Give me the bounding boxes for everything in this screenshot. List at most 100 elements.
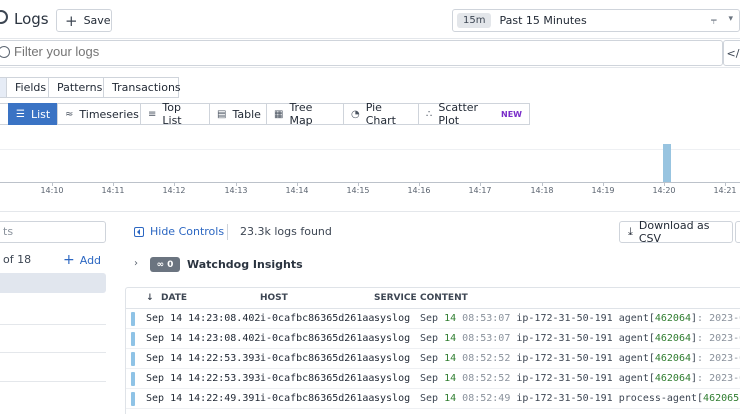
table-row[interactable]: Sep 14 14:22:53.393 i-0cafbc86365d261aa sy… [126, 349, 740, 369]
watchdog-badge: ∞ 0 [150, 257, 180, 272]
cell-date: Sep 14 14:22:53.393 [146, 353, 261, 364]
search-input[interactable] [14, 44, 614, 59]
timeline-tick-label: 14:12 [162, 186, 186, 195]
facet-count: of 18 [3, 253, 32, 266]
cell-service: syslog [374, 313, 411, 324]
page-title: Logs [14, 10, 49, 28]
column-content[interactable]: CONTENT [420, 293, 468, 303]
chevron-right-icon[interactable]: › [134, 258, 138, 269]
column-date[interactable]: DATE [161, 293, 187, 303]
viz-tab-label: Top List [162, 101, 182, 127]
scatterplot-icon: ∴ [426, 108, 433, 120]
viz-tab-label: Pie Chart [365, 101, 396, 127]
viz-tab-table[interactable]: ▤ Table [209, 103, 267, 125]
content-pid: 462064 [654, 313, 691, 324]
tab-transactions[interactable]: Transactions [103, 77, 181, 98]
content-time: 08:52:49 [462, 393, 511, 404]
search-divider [0, 67, 740, 68]
header-divider [0, 38, 740, 39]
cell-host: i-0cafbc86365d261aa [260, 353, 375, 364]
timeline-tick-label: 14:20 [652, 186, 676, 195]
content-time: 08:52:52 [462, 353, 511, 364]
content-sep: : [697, 333, 710, 344]
viz-tab-list[interactable]: ☰ List [8, 103, 58, 125]
code-toggle-button[interactable]: </ [723, 40, 740, 66]
timeline-tick-label: 14:10 [40, 186, 64, 195]
download-csv-label: Download as CSV [638, 219, 710, 245]
facet-divider [0, 381, 106, 382]
cell-host: i-0cafbc86365d261aa [260, 333, 375, 344]
table-header: ↓ DATE HOST SERVICE CONTENT [126, 288, 740, 309]
cell-content: Sep 14 08:52:52 ip-172-31-50-191 agent[4… [420, 373, 740, 384]
viz-tab-scatterplot[interactable]: ∴ Scatter Plot NEW [418, 101, 530, 127]
facet-search-input[interactable]: ts [0, 221, 106, 243]
table-row[interactable]: Sep 14 14:23:08.402 i-0cafbc86365d261aa sy… [126, 309, 740, 329]
log-table: ↓ DATE HOST SERVICE CONTENT Sep 14 14:23… [125, 287, 740, 414]
content-host: ip-172-31-50-191 [516, 393, 613, 404]
logs-icon [0, 10, 8, 24]
table-row[interactable]: Sep 14 14:22:49.391 i-0cafbc86365d261aa sy… [126, 389, 740, 409]
table-row[interactable]: Sep 14 14:23:08.402 i-0cafbc86365d261aa sy… [126, 329, 740, 349]
cell-service: syslog [374, 353, 411, 364]
hide-controls-button[interactable]: Hide Controls [134, 225, 224, 238]
table-icon: ▤ [217, 108, 227, 120]
time-picker[interactable]: 15m Past 15 Minutes ⫧ ▾ [452, 9, 740, 32]
content-process: agent [618, 313, 649, 324]
cell-content: Sep 14 08:52:49 ip-172-31-50-191 process… [420, 393, 740, 404]
new-badge: NEW [501, 109, 522, 119]
binoculars-icon: ∞ [156, 259, 165, 270]
column-service[interactable]: SERVICE [374, 293, 417, 303]
add-facet-button[interactable]: + Add [63, 252, 101, 268]
cell-content: Sep 14 08:53:07 ip-172-31-50-191 agent[4… [420, 333, 740, 344]
content-month: Sep [420, 393, 439, 404]
viz-tab-timeseries[interactable]: ≈ Timeseries [57, 103, 141, 125]
timeline-axis [0, 182, 740, 183]
sort-desc-icon[interactable]: ↓ [146, 293, 154, 303]
content-process: agent [618, 333, 649, 344]
download-csv-button[interactable]: ⤓ Download as CSV [619, 219, 733, 245]
caret-down-icon[interactable]: ▾ [728, 14, 733, 24]
timeline-divider [0, 211, 740, 212]
content-host: ip-172-31-50-191 [516, 373, 613, 384]
options-button[interactable] [735, 221, 740, 243]
content-day: 14 [444, 393, 457, 404]
watchdog-label: Watchdog Insights [187, 258, 303, 271]
status-bar [131, 372, 135, 386]
timeline-tick-label: 14:16 [407, 186, 431, 195]
content-pid: 462065 [703, 393, 740, 404]
collapse-icon [134, 226, 144, 237]
viz-tab-treemap[interactable]: ▦ Tree Map [266, 101, 344, 127]
logs-found-count: 23.3k logs found [240, 225, 332, 238]
list-icon: ☰ [16, 108, 25, 120]
timeline-gridline [0, 149, 740, 150]
facet-divider [0, 324, 106, 325]
viz-tab-piechart[interactable]: ◔ Pie Chart [343, 101, 419, 127]
cell-host: i-0cafbc86365d261aa [260, 393, 375, 404]
status-bar [131, 352, 135, 366]
facet-divider [0, 352, 106, 353]
cell-service: syslog [374, 333, 411, 344]
content-day: 14 [444, 313, 457, 324]
timeline-tick-label: 14:17 [468, 186, 492, 195]
column-host[interactable]: HOST [260, 293, 288, 303]
cell-content: Sep 14 08:53:07 ip-172-31-50-191 agent[4… [420, 313, 740, 324]
viz-tab-label: Timeseries [79, 107, 139, 121]
status-bar [131, 312, 135, 326]
plus-icon: + [65, 11, 78, 30]
cell-date: Sep 14 14:22:49.391 [146, 393, 261, 404]
content-process: process-agent [618, 393, 698, 404]
content-host: ip-172-31-50-191 [516, 333, 613, 344]
pin-icon[interactable]: ⫧ [711, 14, 717, 28]
timeseries-icon: ≈ [65, 108, 74, 120]
save-button[interactable]: + Save [56, 9, 112, 32]
content-day: 14 [444, 333, 457, 344]
table-row[interactable]: Sep 14 14:22:53.393 i-0cafbc86365d261aa sy… [126, 369, 740, 389]
content-pid: 462064 [654, 353, 691, 364]
tab-patterns[interactable]: Patterns [48, 77, 104, 98]
facet-selected-item[interactable] [0, 273, 106, 293]
tab-fields[interactable]: Fields [6, 77, 49, 98]
hide-controls-label: Hide Controls [150, 225, 225, 238]
cell-service: syslog [374, 373, 411, 384]
timeline-bar[interactable] [663, 144, 671, 182]
viz-tab-toplist[interactable]: ≡ Top List [140, 101, 210, 127]
